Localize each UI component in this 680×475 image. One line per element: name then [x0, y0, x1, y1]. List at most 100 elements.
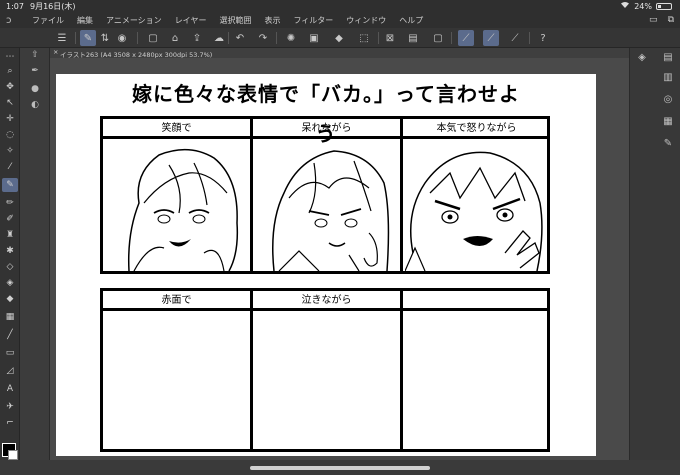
menu-selection[interactable]: 選択範囲 — [219, 15, 251, 26]
character-sketch-angry — [405, 151, 543, 271]
tool-zoom-icon[interactable]: ⌕ — [2, 64, 18, 78]
open-folder-icon[interactable]: ⌂ — [167, 30, 183, 46]
subtool-color-icon[interactable]: ◐ — [27, 98, 43, 112]
invert-selection-icon[interactable]: ▤ — [405, 30, 421, 46]
pen-settings-icon[interactable]: ✎ — [80, 30, 96, 46]
panel-row-2: 赤面で 泣きながら — [100, 288, 550, 452]
tool-ruler-icon[interactable]: ◿ — [2, 364, 18, 378]
layer-panel-icon[interactable]: ◈ — [634, 50, 650, 64]
subtool-brush-size-icon[interactable]: ● — [27, 82, 43, 96]
subtool-gpen-icon[interactable]: ✒ — [27, 64, 43, 78]
layer-property-icon[interactable]: ▦ — [660, 114, 676, 128]
battery-icon — [656, 3, 672, 10]
tool-eraser-icon[interactable]: ◇ — [2, 260, 18, 274]
tool-layer-move-icon[interactable]: ✛ — [2, 112, 18, 126]
tool-more-icon[interactable]: ⋯ — [2, 50, 18, 64]
deselect-icon[interactable]: ⊠ — [382, 30, 398, 46]
close-icon[interactable]: × — [53, 48, 58, 56]
snap-special-ruler-icon[interactable]: ⟋ — [483, 30, 499, 46]
tool-blend-icon[interactable]: ◈ — [2, 276, 18, 290]
snap-grid-icon[interactable]: ⟋ — [507, 30, 523, 46]
tool-correct-line-icon[interactable]: ⌐ — [2, 416, 18, 430]
menu-toggle-icon[interactable]: ☰ — [54, 30, 70, 46]
tool-lasso-icon[interactable]: ◌ — [2, 128, 18, 142]
redo-icon[interactable]: ↷ — [255, 30, 271, 46]
transform-icon[interactable]: ⬚ — [356, 30, 372, 46]
tool-operation-icon[interactable]: ↖ — [2, 96, 18, 110]
separator — [529, 32, 530, 44]
battery-percent: 24% — [634, 2, 652, 11]
undo-icon[interactable]: ↶ — [232, 30, 248, 46]
separator — [276, 32, 277, 44]
save-icon[interactable]: ⇪ — [189, 30, 205, 46]
status-date: 9月16日(木) — [30, 2, 76, 11]
right-panel: ◈ ▤ ▥ ◎ ▦ ✎ — [629, 48, 680, 460]
menu-file[interactable]: ファイル — [32, 15, 64, 26]
panel-cell: 赤面で — [103, 291, 253, 449]
tool-palette: ⋯ ⌕ ✥ ↖ ✛ ◌ ✧ ⁄ ✎ ✏ ✐ ♜ ✱ ◇ ◈ ◆ ▦ ╱ ▭ ◿ … — [0, 48, 20, 460]
tool-move-icon[interactable]: ✥ — [2, 80, 18, 94]
fill-icon[interactable]: ◆ — [331, 30, 347, 46]
brush-size-toggle-icon[interactable]: ⇅ — [97, 30, 113, 46]
home-indicator[interactable] — [250, 466, 430, 470]
menu-filter[interactable]: フィルター — [293, 15, 333, 26]
menu-layer[interactable]: レイヤー — [175, 15, 207, 26]
canvas-tab[interactable]: × イラスト263 (A4 3508 x 2480px 300dpi 53.7%… — [50, 48, 629, 59]
fullscreen-icon[interactable]: ⧉ — [668, 15, 674, 25]
menu-window[interactable]: ウィンドウ — [346, 15, 386, 26]
menu-edit[interactable]: 編集 — [77, 15, 93, 26]
panel-label: 笑顔で — [103, 119, 250, 139]
separator — [228, 32, 229, 44]
menu-view[interactable]: 表示 — [264, 15, 280, 26]
menu-help[interactable]: ヘルプ — [399, 15, 423, 26]
character-sketch-exasperated — [272, 150, 390, 271]
export-icon[interactable]: ☁ — [211, 30, 227, 46]
separator — [137, 32, 138, 44]
tool-airbrush-icon[interactable]: ♜ — [2, 228, 18, 242]
tool-eyedropper-icon[interactable]: ⁄ — [2, 160, 18, 174]
panel-cell: 笑顔で — [103, 119, 253, 271]
panel-label: 本気で怒りながら — [403, 119, 550, 139]
panel-label: 赤面で — [103, 291, 250, 311]
subtool-menu-icon[interactable]: ⇧ — [27, 48, 43, 62]
selection-mode-icon[interactable]: ▢ — [430, 30, 446, 46]
sub-color-swatch[interactable] — [8, 450, 18, 460]
minimize-icon[interactable]: ▭ — [649, 15, 658, 25]
panel-cell — [403, 291, 550, 449]
panel-row-1: 笑顔で 呆れながら 本気で怒りながら — [100, 116, 550, 274]
panel-menu-icon[interactable]: ▤ — [660, 50, 676, 64]
eraser-mode-icon[interactable]: ◉ — [114, 30, 130, 46]
new-canvas-icon[interactable]: ▢ — [145, 30, 161, 46]
separator — [75, 32, 76, 44]
status-bar: 1:07 9月16日(木) 24% — [0, 0, 680, 13]
help-icon[interactable]: ? — [535, 30, 551, 46]
character-sketch-smiling — [127, 149, 239, 271]
tool-fill-icon[interactable]: ◆ — [2, 292, 18, 306]
material-panel-icon[interactable]: ▥ — [660, 70, 676, 84]
tool-pen-icon[interactable]: ✎ — [2, 178, 18, 192]
command-bar: ☰ ✎ ⇅ ◉ ▢ ⌂ ⇪ ☁ ↶ ↷ ✺ ▣ ◆ ⬚ ⊠ ▤ ▢ ⟋ ⟋ ⟋ … — [0, 28, 680, 48]
sub-tool-palette: ⇧ ✒ ● ◐ — [20, 48, 50, 460]
tool-frame-icon[interactable]: ▭ — [2, 346, 18, 360]
clear-outside-icon[interactable]: ▣ — [306, 30, 322, 46]
navigator-icon[interactable]: ◎ — [660, 92, 676, 106]
tool-pencil-icon[interactable]: ✏ — [2, 196, 18, 210]
tool-text-icon[interactable]: A — [2, 382, 18, 396]
tool-figure-icon[interactable]: ╱ — [2, 328, 18, 342]
tool-magic-wand-icon[interactable]: ✧ — [2, 144, 18, 158]
wifi-icon — [620, 0, 630, 13]
snap-ruler-icon[interactable]: ⟋ — [458, 30, 474, 46]
tool-balloon-icon[interactable]: ✈ — [2, 400, 18, 414]
auto-action-icon[interactable]: ✎ — [660, 136, 676, 150]
menu-bar: ↄ ファイル 編集 アニメーション レイヤー 選択範囲 表示 フィルター ウィン… — [0, 13, 680, 28]
separator — [451, 32, 452, 44]
tool-decoration-icon[interactable]: ✱ — [2, 244, 18, 258]
panel-label — [403, 291, 550, 311]
app-logo-icon[interactable]: ↄ — [6, 15, 20, 26]
tool-brush-icon[interactable]: ✐ — [2, 212, 18, 226]
tool-gradient-icon[interactable]: ▦ — [2, 310, 18, 324]
clear-layer-icon[interactable]: ✺ — [283, 30, 299, 46]
canvas-paper[interactable]: 嫁に色々な表情で「バカ。」って言わせよう 笑顔で 呆れながら 本気で怒りながら … — [56, 74, 596, 456]
status-time: 1:07 — [6, 2, 24, 11]
menu-animation[interactable]: アニメーション — [106, 15, 162, 26]
